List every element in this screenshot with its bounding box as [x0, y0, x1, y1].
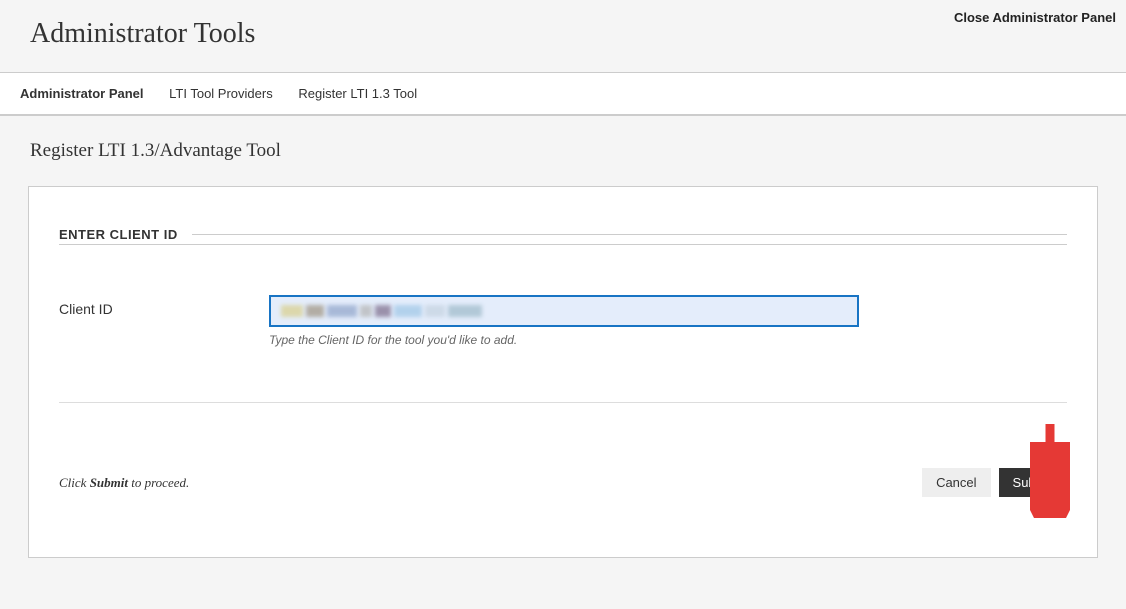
page-header: Administrator Tools Close Administrator …: [0, 0, 1126, 73]
page-subtitle: Register LTI 1.3/Advantage Tool: [0, 116, 1126, 186]
breadcrumb-item-register-lti[interactable]: Register LTI 1.3 Tool: [298, 86, 417, 101]
page-body: Register LTI 1.3/Advantage Tool ENTER CL…: [0, 116, 1126, 558]
page-title-main: Administrator Tools: [30, 18, 1096, 50]
section-heading-divider: [192, 234, 1067, 235]
client-id-label: Client ID: [59, 295, 269, 317]
proceed-instruction: Click Submit to proceed.: [59, 475, 189, 491]
close-admin-panel-link[interactable]: Close Administrator Panel: [954, 10, 1116, 25]
submit-button[interactable]: Submit: [999, 468, 1067, 497]
form-divider: [59, 402, 1067, 403]
breadcrumb-item-lti-providers[interactable]: LTI Tool Providers: [169, 86, 273, 101]
client-id-help-text: Type the Client ID for the tool you'd li…: [269, 333, 859, 347]
form-footer: Click Submit to proceed. Cancel Submit: [59, 468, 1067, 497]
breadcrumb: Administrator Panel LTI Tool Providers R…: [0, 73, 1126, 116]
cancel-button[interactable]: Cancel: [922, 468, 990, 497]
field-row-client-id: Client ID Type the Client ID for the too…: [59, 295, 1067, 347]
proceed-bold: Submit: [90, 475, 128, 490]
breadcrumb-item-admin-panel[interactable]: Administrator Panel: [20, 86, 144, 101]
form-panel: ENTER CLIENT ID Client ID Type the Clien…: [28, 186, 1098, 558]
client-id-input-wrap: Type the Client ID for the tool you'd li…: [269, 295, 859, 347]
proceed-suffix: to proceed.: [128, 475, 189, 490]
button-row: Cancel Submit: [922, 468, 1067, 497]
client-id-input[interactable]: [269, 295, 859, 327]
section-heading-text: ENTER CLIENT ID: [59, 227, 178, 242]
section-heading-client-id: ENTER CLIENT ID: [59, 227, 1067, 245]
proceed-prefix: Click: [59, 475, 90, 490]
